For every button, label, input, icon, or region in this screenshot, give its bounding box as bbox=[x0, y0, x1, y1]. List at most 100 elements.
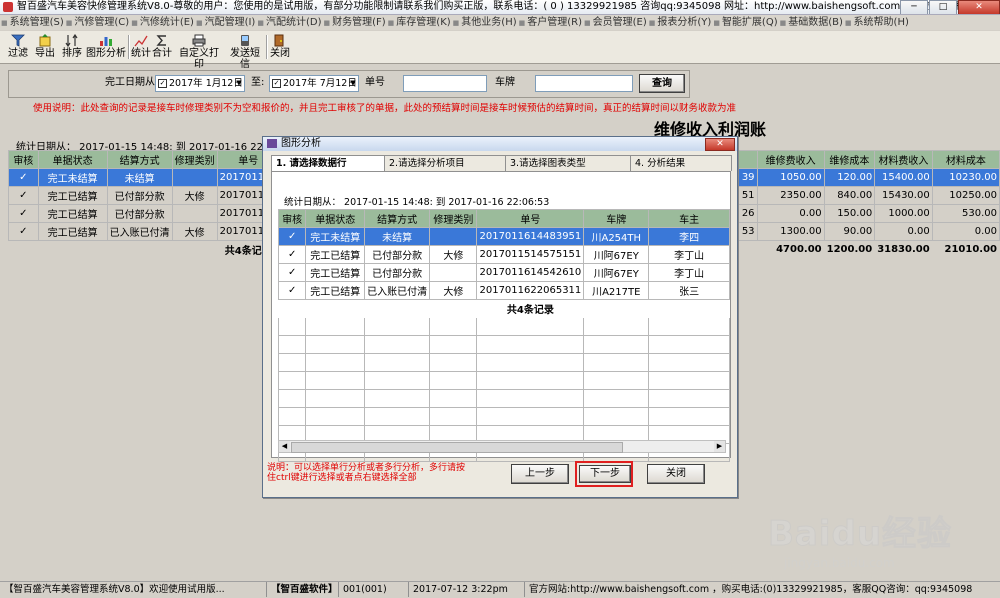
statistics-button[interactable]: 统计 bbox=[131, 33, 151, 61]
chevron-down-icon[interactable]: ▼ bbox=[234, 76, 244, 91]
tab-select-items[interactable]: 2.请选择分析项目 bbox=[384, 155, 506, 171]
column-header[interactable]: 结算方式 bbox=[106, 150, 173, 169]
export-button[interactable]: 导出 bbox=[33, 33, 57, 61]
table-cell: 完工已结算 bbox=[305, 245, 366, 264]
total-row: 共4条记录 bbox=[279, 300, 730, 318]
row-checkbox[interactable]: ✓ bbox=[8, 186, 39, 205]
menu-item[interactable]: 汽修统计(E) bbox=[130, 15, 195, 31]
next-step-button[interactable]: 下一步 bbox=[579, 465, 631, 483]
menu-item[interactable]: 报表分析(Y) bbox=[648, 15, 713, 31]
column-header[interactable]: 修理类别 bbox=[429, 209, 478, 228]
table-cell bbox=[429, 317, 478, 336]
dialog-title: 图形分析 bbox=[281, 138, 321, 149]
column-header[interactable]: 材料成本 bbox=[931, 150, 1000, 169]
column-header[interactable]: 车主 bbox=[648, 209, 730, 228]
table-cell bbox=[429, 227, 478, 246]
menu-item[interactable]: 其他业务(H) bbox=[452, 15, 518, 31]
dialog-data-table[interactable]: 审核 单据状态 结算方式 修理类别 单号 车牌 车主 ✓ 完工未结算 未结算 2017011614… bbox=[277, 209, 730, 462]
date-from-checkbox[interactable]: ✓ bbox=[158, 79, 167, 88]
row-checkbox[interactable]: ✓ bbox=[277, 263, 307, 282]
tab-select-chart-type[interactable]: 3.请选择图表类型 bbox=[505, 155, 631, 171]
date-to-checkbox[interactable]: ✓ bbox=[272, 79, 281, 88]
maximize-button[interactable]: □ bbox=[929, 0, 957, 14]
menu-item[interactable]: 客户管理(R) bbox=[518, 15, 583, 31]
status-user: 001(001) bbox=[338, 582, 407, 597]
menu-item[interactable]: 汽配统计(D) bbox=[256, 15, 322, 31]
table-cell bbox=[171, 204, 218, 223]
table-row[interactable]: ✓ 完工已结算 已入账已付清 大修 2017011622065311 川A217TE 张三 bbox=[277, 281, 730, 300]
table-cell bbox=[648, 317, 730, 336]
column-header[interactable]: 材料费收入 bbox=[874, 150, 933, 169]
total-value: 31830.00 bbox=[877, 244, 930, 255]
custom-print-button[interactable]: 自定义打印 bbox=[176, 33, 222, 70]
table-cell bbox=[476, 389, 585, 408]
table-cell bbox=[305, 389, 366, 408]
column-header[interactable]: 单据状态 bbox=[305, 209, 366, 228]
table-cell: 0.00 bbox=[931, 222, 1000, 241]
scroll-thumb[interactable] bbox=[291, 442, 623, 453]
menu-item[interactable]: 会员管理(E) bbox=[583, 15, 648, 31]
menu-item[interactable]: 库存管理(K) bbox=[387, 15, 452, 31]
plate-input[interactable] bbox=[535, 75, 633, 92]
table-cell bbox=[277, 371, 307, 390]
chevron-down-icon[interactable]: ▼ bbox=[348, 76, 358, 91]
column-header[interactable]: 维修费收入 bbox=[756, 150, 825, 169]
close-tool-button[interactable]: 关闭 bbox=[270, 33, 290, 61]
table-cell bbox=[277, 407, 307, 426]
query-button[interactable]: 查询 bbox=[639, 74, 685, 93]
menu-item[interactable]: 智能扩展(Q) bbox=[712, 15, 778, 31]
table-cell bbox=[305, 335, 366, 354]
table-cell: 已付部分款 bbox=[364, 245, 431, 264]
order-number-input[interactable] bbox=[403, 75, 487, 92]
menu-item[interactable]: 汽配管理(I) bbox=[195, 15, 256, 31]
menu-item[interactable]: 汽修管理(C) bbox=[65, 15, 130, 31]
scroll-right-icon[interactable]: ▶ bbox=[714, 441, 725, 452]
date-from-picker[interactable]: ✓ 2017年 1月12日 ▼ bbox=[155, 75, 245, 92]
tab-analysis-result[interactable]: 4. 分析结果 bbox=[630, 155, 732, 171]
column-header[interactable]: 修理类别 bbox=[171, 150, 218, 169]
send-sms-button[interactable]: 发送短信 bbox=[226, 33, 264, 70]
table-row[interactable]: ✓ 完工未结算 未结算 2017011614483951 川A254TH 李四 bbox=[277, 227, 730, 246]
menu-item[interactable]: 系统管理(S) bbox=[0, 15, 65, 31]
scroll-left-icon[interactable]: ◀ bbox=[279, 441, 290, 452]
menu-item[interactable]: 基础数据(B) bbox=[779, 15, 844, 31]
row-checkbox[interactable]: ✓ bbox=[277, 281, 307, 300]
column-header[interactable]: 维修成本 bbox=[823, 150, 876, 169]
table-cell: 完工已结算 bbox=[37, 204, 108, 223]
horizontal-scrollbar[interactable]: ◀ ▶ bbox=[278, 440, 726, 453]
close-window-button[interactable]: ✕ bbox=[958, 0, 1000, 14]
table-row[interactable]: ✓ 完工已结算 已付部分款 2017011614542610 川阿67EY 李丁山 bbox=[277, 263, 730, 282]
table-cell bbox=[648, 335, 730, 354]
column-header[interactable]: 审核 bbox=[277, 209, 307, 228]
dialog-close-action-button[interactable]: 关闭 bbox=[647, 464, 705, 484]
table-row[interactable]: ✓ 完工已结算 已付部分款 大修 2017011514575151 川阿67EY 李丁山 bbox=[277, 245, 730, 264]
table-cell bbox=[583, 407, 650, 426]
column-header[interactable]: 车牌 bbox=[583, 209, 650, 228]
date-to-picker[interactable]: ✓ 2017年 7月12日 ▼ bbox=[269, 75, 359, 92]
menu-item[interactable]: 系统帮助(H) bbox=[844, 15, 910, 31]
row-checkbox[interactable]: ✓ bbox=[8, 204, 39, 223]
print-label: 自定义打印 bbox=[179, 48, 219, 70]
row-checkbox[interactable]: ✓ bbox=[8, 168, 39, 187]
menu-item[interactable]: 财务管理(F) bbox=[322, 15, 386, 31]
column-header[interactable]: 结算方式 bbox=[364, 209, 431, 228]
column-header[interactable]: 单据状态 bbox=[37, 150, 108, 169]
tab-select-rows[interactable]: 1. 请选择数据行 bbox=[271, 155, 385, 172]
table-cell: 2017011514575151 bbox=[476, 245, 585, 264]
table-cell bbox=[364, 371, 431, 390]
column-header[interactable]: 单号 bbox=[476, 209, 585, 228]
row-checkbox[interactable]: ✓ bbox=[277, 227, 307, 246]
dialog-title-bar: 图形分析 ✕ bbox=[263, 137, 737, 151]
row-checkbox[interactable]: ✓ bbox=[8, 222, 39, 241]
column-header[interactable]: 审核 bbox=[8, 150, 39, 169]
table-cell bbox=[648, 353, 730, 372]
table-cell bbox=[277, 353, 307, 372]
minimize-button[interactable]: ─ bbox=[900, 0, 928, 14]
filter-button[interactable]: 过滤 bbox=[6, 33, 30, 61]
total-button[interactable]: 合计 bbox=[152, 33, 172, 61]
dialog-close-button[interactable]: ✕ bbox=[705, 138, 735, 151]
prev-step-button[interactable]: 上一步 bbox=[511, 464, 569, 484]
chart-analysis-button[interactable]: 图形分析 bbox=[86, 33, 126, 61]
row-checkbox[interactable]: ✓ bbox=[277, 245, 307, 264]
sort-button[interactable]: 排序 bbox=[60, 33, 84, 61]
